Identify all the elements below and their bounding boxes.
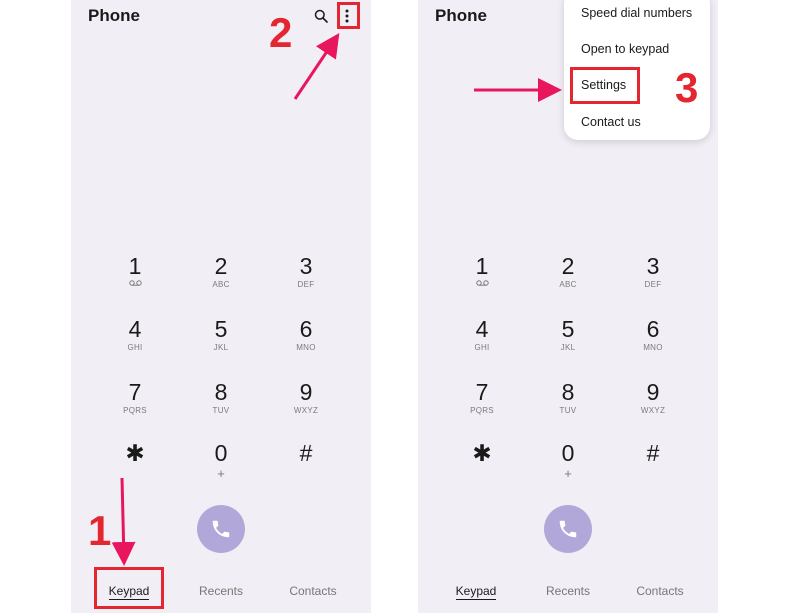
arrow-to-more-options — [293, 33, 340, 100]
arrow-to-keypad — [111, 477, 136, 566]
annotation-arrows — [111, 33, 562, 566]
